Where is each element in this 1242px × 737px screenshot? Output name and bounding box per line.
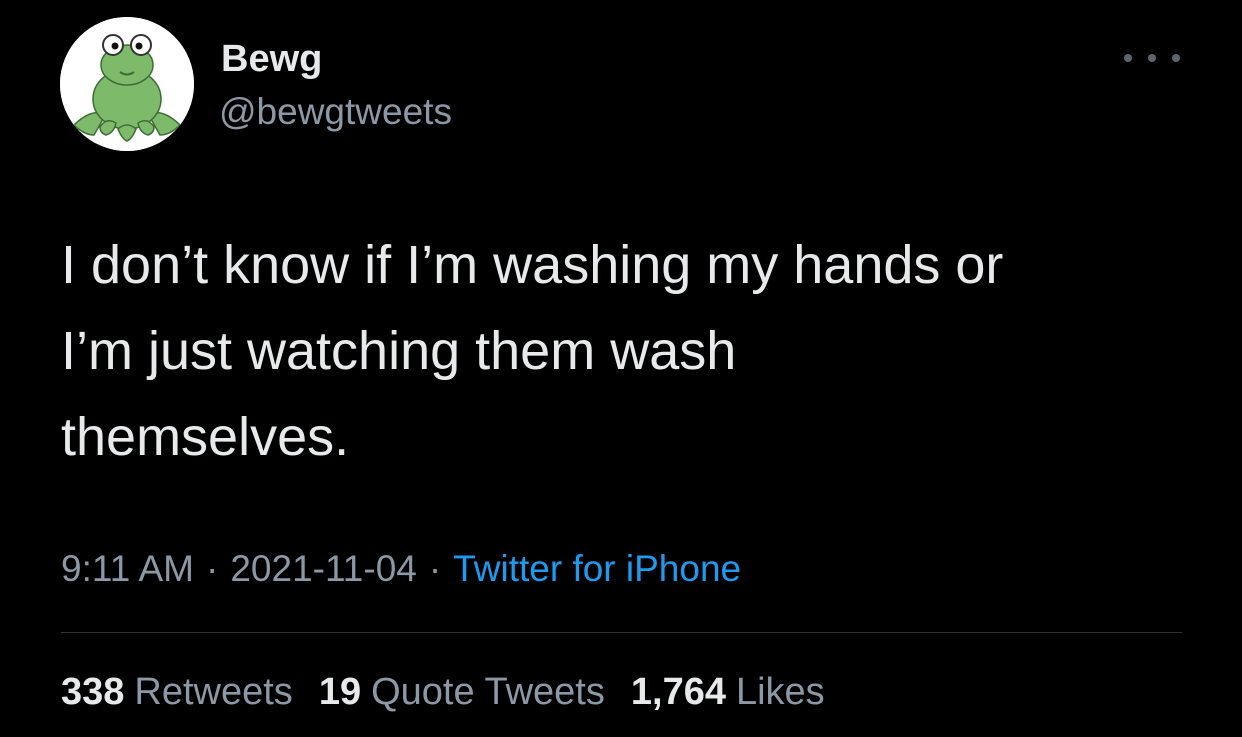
more-dots-icon [1172,54,1180,62]
retweets-count: 338 [61,671,125,713]
tweet-date[interactable]: 2021-11-04 [230,548,417,589]
tweet-text-line: themselves. [61,407,350,467]
tweet-source-link[interactable]: Twitter for iPhone [453,548,741,589]
quote-tweets-stat[interactable]: 19 Quote Tweets [319,667,605,717]
quote-tweets-label: Quote Tweets [371,671,605,713]
more-options-button[interactable] [1124,44,1180,72]
likes-stat[interactable]: 1,764 Likes [631,667,825,717]
quote-tweets-count: 19 [318,671,362,713]
likes-label: Likes [735,671,825,713]
more-dots-icon [1124,54,1132,62]
tweet-text: I don’t know if I’m washing my hands or … [61,222,1201,480]
avatar[interactable] [60,17,194,151]
display-name[interactable]: Bewg [221,36,322,82]
tweet-metadata: 9:11 AM · 2021-11-04 · Twitter for iPhone [61,544,741,594]
tweet-text-line: I don’t know if I’m washing my hands or [61,235,1004,295]
more-dots-icon [1148,54,1156,62]
likes-count: 1,764 [630,671,726,713]
tweet-text-line: I’m just watching them wash [61,321,737,381]
divider [61,632,1182,633]
engagement-stats: 338 Retweets 19 Quote Tweets 1,764 Likes [61,667,825,717]
user-handle[interactable]: @bewgtweets [219,89,452,135]
tweet-card: Bewg @bewgtweets I don’t know if I’m was… [0,0,1242,737]
retweets-label: Retweets [134,671,293,713]
frog-avatar-icon [60,17,194,151]
retweets-stat[interactable]: 338 Retweets [61,667,293,717]
meta-separator: · [428,548,442,589]
tweet-time[interactable]: 9:11 AM [61,548,194,589]
meta-separator: · [206,548,219,589]
